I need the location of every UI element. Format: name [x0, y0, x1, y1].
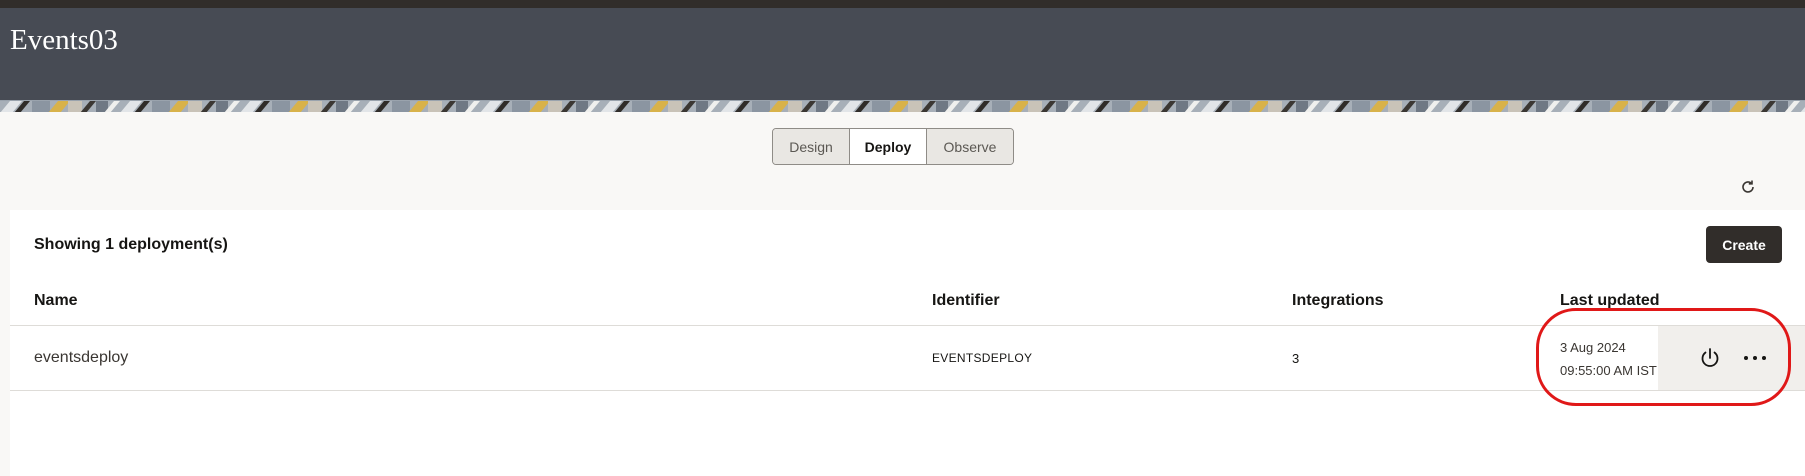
page-title: Events03	[10, 24, 118, 56]
tab-deploy[interactable]: Deploy	[850, 129, 927, 164]
last-updated-time: 09:55:00 AM IST	[1560, 363, 1657, 378]
deployment-identifier: EVENTSDEPLOY	[932, 351, 1033, 365]
power-icon[interactable]	[1698, 346, 1722, 370]
column-header-identifier[interactable]: Identifier	[932, 292, 1000, 310]
row-actions	[1658, 326, 1805, 390]
column-header-integrations[interactable]: Integrations	[1292, 292, 1384, 310]
tab-observe[interactable]: Observe	[927, 129, 1013, 164]
banner-pattern	[0, 101, 1805, 112]
deployment-name[interactable]: eventsdeploy	[34, 349, 128, 367]
view-tabs: Design Deploy Observe	[772, 128, 1014, 165]
last-updated-date: 3 Aug 2024	[1560, 340, 1626, 355]
top-strip	[0, 0, 1805, 8]
create-button[interactable]: Create	[1706, 226, 1782, 263]
more-options-icon[interactable]	[1740, 346, 1770, 370]
table-row[interactable]: eventsdeploy EVENTSDEPLOY 3 3 Aug 2024 0…	[10, 326, 1805, 391]
deployment-integrations: 3	[1292, 351, 1300, 366]
deployments-count: Showing 1 deployment(s)	[34, 236, 228, 253]
tab-design[interactable]: Design	[773, 129, 850, 164]
column-header-name[interactable]: Name	[34, 292, 78, 310]
page-header: Events03	[0, 8, 1805, 100]
decorative-banner	[0, 100, 1805, 112]
deployments-panel: Showing 1 deployment(s) Create Name Iden…	[10, 210, 1805, 476]
table-header: Name Identifier Integrations Last update…	[10, 276, 1805, 326]
column-header-last-updated[interactable]: Last updated	[1560, 292, 1660, 310]
refresh-icon[interactable]	[1738, 177, 1758, 197]
